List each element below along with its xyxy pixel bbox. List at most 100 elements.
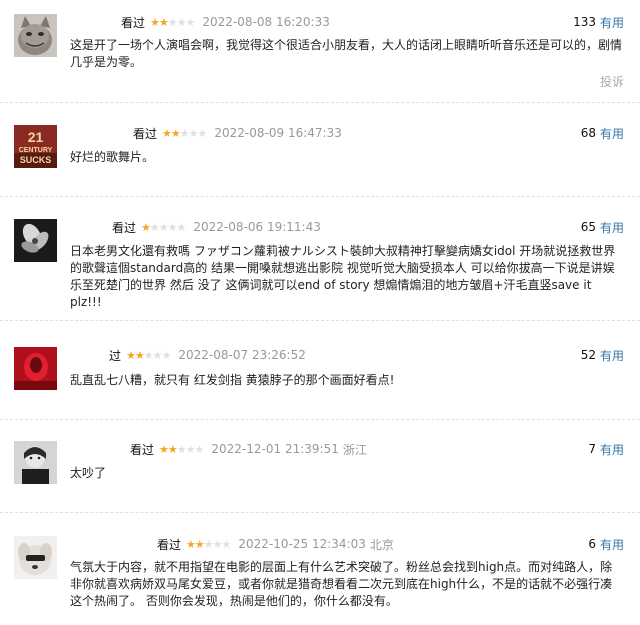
rating-stars: ★ ★ ★ ★ ★ [126,348,171,362]
star-icon: ★ [158,15,169,29]
review-time: 2022-08-07 23:26:52 [178,348,306,362]
vote-count: 7 [588,442,596,456]
rating-stars: ★ ★ ★ ★ ★ [150,15,196,29]
vote-count: 6 [588,537,596,551]
star-icon: ★ [141,220,151,234]
review-time: 2022-08-06 19:11:43 [193,220,321,234]
divider [0,196,640,197]
useful-button[interactable]: 有用 [600,14,624,31]
star-icon: ★ [176,220,187,234]
user-avatar[interactable] [14,347,57,390]
star-icon: ★ [188,126,199,140]
star-icon: ★ [194,442,205,456]
vote-count: 133 [573,15,596,29]
review-text: 日本老男文化還有救嗎 ファザコン蘿莉被ナルシスト裝帥大叔精神打擊變病嬌女idol… [70,244,616,309]
star-icon: ★ [126,348,136,362]
portrait-avatar-image [14,441,57,484]
review-text: 这是开了一场个人演唱会啊，我觉得这个很适合小朋友看，大人的话闭上眼睛听听音乐还是… [70,38,623,69]
review-location: 北京 [369,537,394,552]
star-icon: ★ [167,15,178,29]
rating-stars: ★ ★ ★ ★ ★ [186,537,232,551]
watch-status: 看过 [130,442,155,457]
review-meta: 过 ★ ★ ★ ★ ★ 2022-08-07 23:26:52 [109,347,306,363]
review-item: 21 CENTURY SUCKS 看过 ★ ★ ★ ★ ★ 2022-08-09 16:… [0,125,640,175]
svg-text:21: 21 [28,129,44,145]
star-icon: ★ [176,442,187,456]
user-avatar[interactable] [14,219,57,262]
vote-count: 68 [580,126,596,140]
review-meta: 看过 ★ ★ ★ ★ ★ 2022-08-09 16:47:33 [133,125,342,141]
flower-avatar-image [14,219,57,262]
comment-list: 看过 ★ ★ ★ ★ ★ 2022-08-08 16:20:33 133 有用 这是开了… [0,0,640,625]
useful-button[interactable]: 有用 [600,536,624,553]
star-icon: ★ [159,442,169,456]
star-icon: ★ [221,537,232,551]
star-icon: ★ [152,348,163,362]
watch-status: 看过 [157,537,182,552]
user-avatar[interactable] [14,441,57,484]
review-item: 看过 ★ ★ ★ ★ ★ 2022-08-08 16:20:33 133 有用 这是开了… [0,14,640,94]
useful-button[interactable]: 有用 [600,125,624,142]
cat-avatar-image [14,14,57,57]
dog-avatar-image [14,536,57,579]
review-item: 看过 ★ ★ ★ ★ ★ 2022-08-06 19:11:43 65 有用 日本老男文… [0,219,640,309]
watch-status: 看过 [133,126,158,141]
review-time: 2022-10-25 12:34:03 [238,537,366,551]
svg-text:SUCKS: SUCKS [20,155,52,165]
review-time: 2022-08-09 16:47:33 [214,126,342,140]
review-time: 2022-12-01 21:39:51 [211,442,339,456]
review-text: 乱直乱七八糟，就只有 红发剑指 黄猿脖子的那个画面好看点! [70,373,395,387]
review-time: 2022-08-08 16:20:33 [202,15,330,29]
divider [0,419,640,420]
logo-avatar-image: 21 CENTURY SUCKS [14,125,57,168]
useful-button[interactable]: 有用 [600,347,624,364]
divider [0,102,640,103]
star-icon: ★ [203,537,214,551]
user-avatar[interactable] [14,14,57,57]
review-text: 气氛大于内容，就不用指望在电影的层面上有什么艺术突破了。粉丝总会找到high点。… [70,560,613,608]
star-icon: ★ [176,15,187,29]
review-location: 浙江 [342,442,367,457]
divider [0,512,640,513]
review-meta: 看过 ★ ★ ★ ★ ★ 2022-12-01 21:39:51 浙江 [130,441,367,457]
vote-count: 65 [580,220,596,234]
star-icon: ★ [167,442,178,456]
user-avatar[interactable] [14,536,57,579]
useful-button[interactable]: 有用 [600,219,624,236]
rating-stars: ★ ★ ★ ★ ★ [159,442,205,456]
user-avatar[interactable]: 21 CENTURY SUCKS [14,125,57,168]
review-item: 过 ★ ★ ★ ★ ★ 2022-08-07 23:26:52 52 有用 乱直乱七八糟… [0,347,640,397]
vote-count: 52 [580,348,596,362]
review-meta: 看过 ★ ★ ★ ★ ★ 2022-10-25 12:34:03 北京 [157,536,394,552]
star-icon: ★ [162,126,172,140]
star-icon: ★ [179,126,190,140]
star-icon: ★ [185,15,196,29]
star-icon: ★ [194,537,205,551]
star-icon: ★ [167,220,178,234]
vote-box: 133 有用 [573,14,624,30]
review-meta: 看过 ★ ★ ★ ★ ★ 2022-08-08 16:20:33 [121,14,330,30]
star-icon: ★ [143,348,154,362]
vote-box: 52 有用 [581,347,624,363]
star-icon: ★ [212,537,223,551]
star-icon: ★ [170,126,181,140]
rating-stars: ★ ★ ★ ★ ★ [162,126,208,140]
useful-button[interactable]: 有用 [600,441,624,458]
review-text: 好烂的歌舞片。 [70,150,155,164]
watch-status: 过 [109,348,122,363]
star-icon: ★ [149,220,160,234]
rating-stars: ★ ★ ★ ★ ★ [141,220,187,234]
star-icon: ★ [185,442,196,456]
review-text: 太吵了 [70,466,107,480]
report-button[interactable]: 投诉 [600,73,624,90]
svg-text:CENTURY: CENTURY [19,147,53,154]
watch-status: 看过 [112,220,137,235]
review-item: 看过 ★ ★ ★ ★ ★ 2022-12-01 21:39:51 浙江 7 有用 太吵了 [0,441,640,491]
review-item: 看过 ★ ★ ★ ★ ★ 2022-10-25 12:34:03 北京 6 有用 气氛大… [0,536,640,616]
star-icon: ★ [158,220,169,234]
star-icon: ★ [197,126,208,140]
vote-box: 65 有用 [581,219,624,235]
star-icon: ★ [150,15,160,29]
vote-box: 68 有用 [581,125,624,141]
watch-status: 看过 [121,15,146,30]
